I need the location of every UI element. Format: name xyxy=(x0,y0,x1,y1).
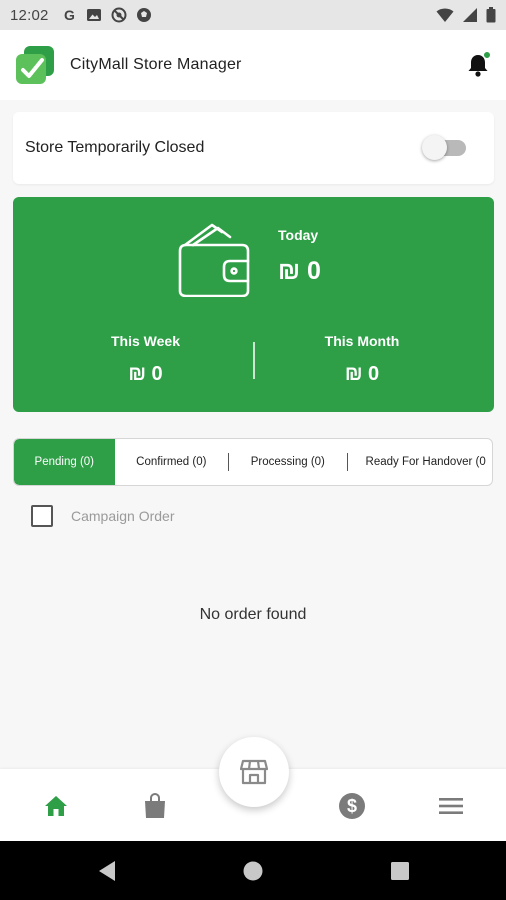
app-title: CityMall Store Manager xyxy=(70,56,242,73)
soccer-icon xyxy=(136,8,151,22)
status-bar: 12:02 G xyxy=(0,0,506,30)
svg-text:$: $ xyxy=(347,796,357,816)
week-label: This Week xyxy=(111,333,180,349)
notification-dot xyxy=(483,51,491,59)
system-back-button[interactable] xyxy=(95,859,119,883)
campaign-order-checkbox[interactable] xyxy=(31,505,53,527)
tab-pending[interactable]: Pending (0) xyxy=(14,439,115,485)
recents-icon xyxy=(391,862,409,880)
today-value: ₪ 0 xyxy=(278,257,321,285)
week-value: ₪ 0 xyxy=(128,363,163,385)
month-value: ₪ 0 xyxy=(344,363,380,385)
month-label: This Month xyxy=(324,333,400,349)
dollar-icon: $ xyxy=(339,793,365,819)
campaign-order-filter[interactable]: Campaign Order xyxy=(31,505,175,527)
toggle-knob xyxy=(422,135,447,160)
store-status-card: Store Temporarily Closed xyxy=(13,112,494,184)
clock: 12:02 xyxy=(10,6,49,24)
wallet-icon xyxy=(178,223,250,297)
store-center-button[interactable] xyxy=(219,737,289,807)
bag-icon xyxy=(145,793,165,818)
nav-orders[interactable] xyxy=(140,791,170,821)
notification-button[interactable] xyxy=(464,51,492,79)
nav-earnings[interactable]: $ xyxy=(337,791,367,821)
svg-text:G: G xyxy=(64,8,75,22)
back-icon xyxy=(99,861,115,881)
nav-menu[interactable] xyxy=(436,791,466,821)
empty-state-message: No order found xyxy=(199,606,307,623)
earnings-card: Today ₪ 0 This Week ₪ 0 This Month ₪ 0 xyxy=(13,197,494,412)
system-recents-button[interactable] xyxy=(388,859,412,883)
store-icon xyxy=(240,759,268,785)
store-status-label: Store Temporarily Closed xyxy=(25,139,205,156)
system-home-button[interactable] xyxy=(241,859,265,883)
app-header: CityMall Store Manager xyxy=(0,30,506,100)
battery-icon xyxy=(486,7,496,23)
store-closed-toggle[interactable] xyxy=(422,135,466,160)
nav-home[interactable] xyxy=(41,791,71,821)
today-label: Today xyxy=(278,227,319,243)
wifi-icon xyxy=(436,8,454,22)
signal-icon xyxy=(463,8,477,22)
tab-ready-for-handover[interactable]: Ready For Handover (0 xyxy=(348,439,492,485)
campaign-order-label: Campaign Order xyxy=(71,508,175,524)
home-circle-icon xyxy=(243,861,263,881)
photo-icon xyxy=(86,9,101,21)
tab-confirmed[interactable]: Confirmed (0) xyxy=(115,439,229,485)
order-status-tabs: Pending (0) Confirmed (0) Processing (0)… xyxy=(13,438,493,486)
target-icon xyxy=(111,7,127,23)
system-navigation-bar xyxy=(0,841,506,900)
home-icon xyxy=(45,796,67,816)
google-icon: G xyxy=(64,8,75,22)
citymall-logo xyxy=(14,44,56,86)
menu-icon xyxy=(439,798,463,814)
tab-processing[interactable]: Processing (0) xyxy=(229,439,346,485)
